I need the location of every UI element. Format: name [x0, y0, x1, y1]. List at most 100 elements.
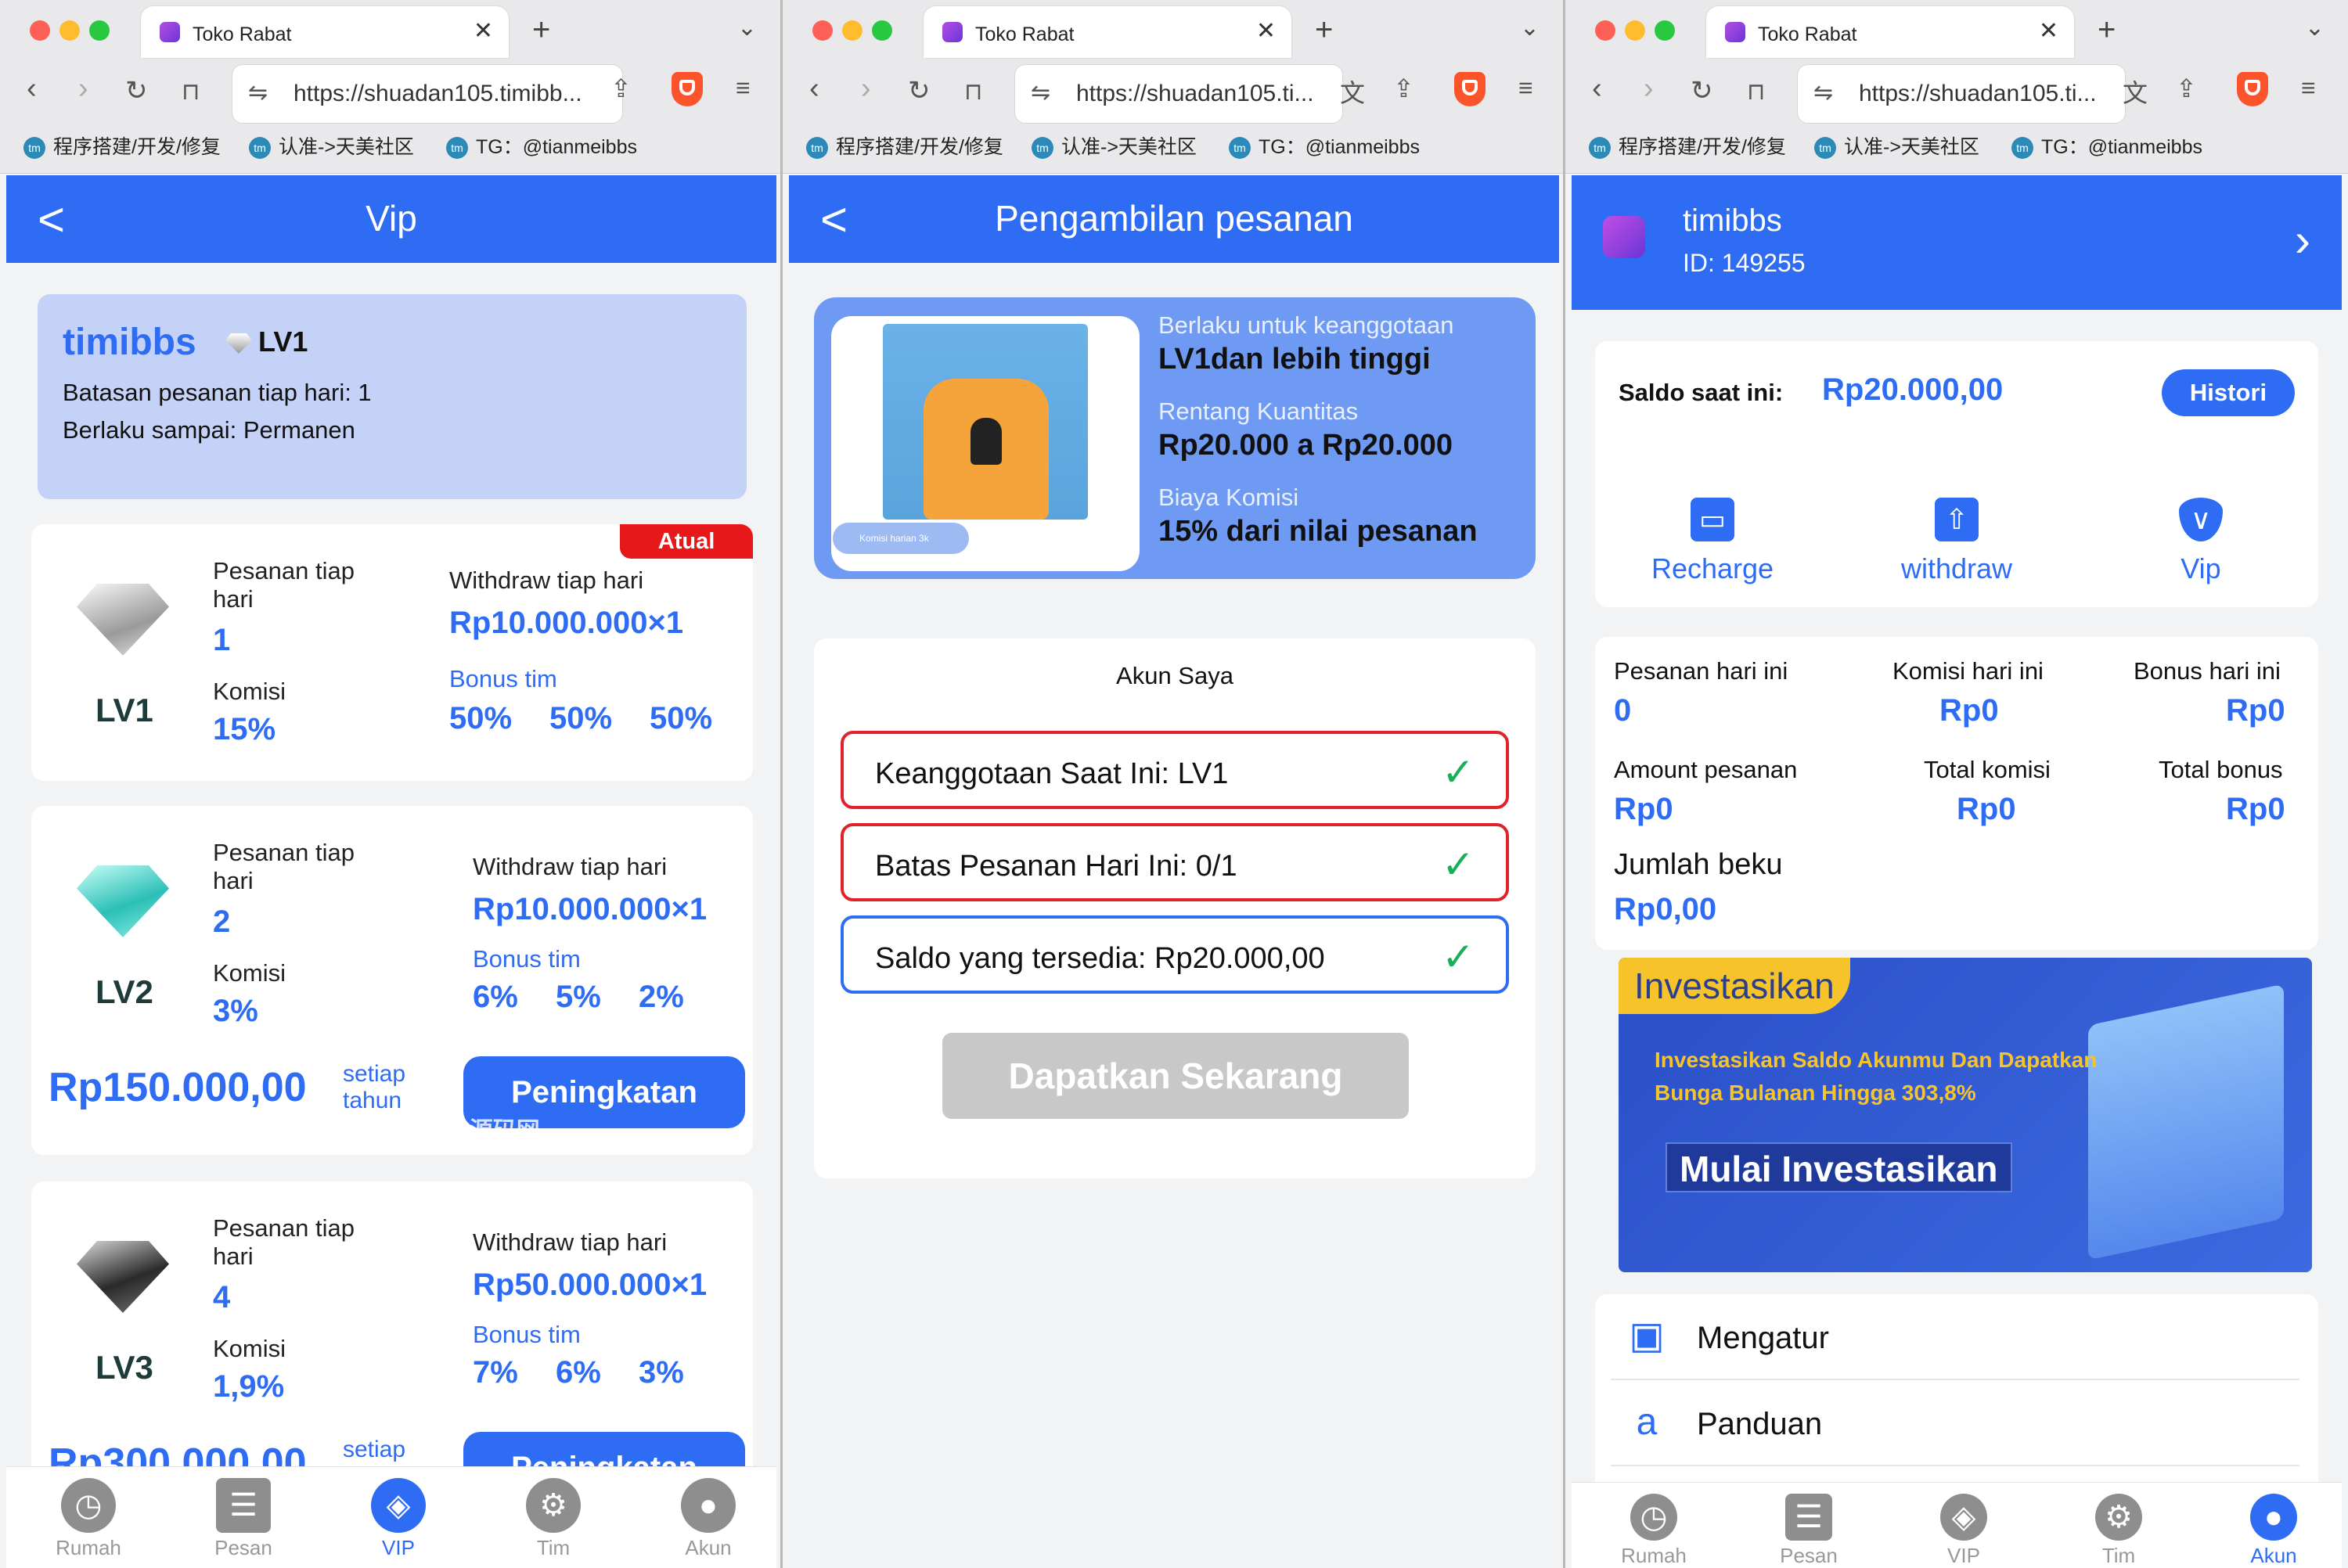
menu-icon[interactable]: ≡	[1518, 74, 1533, 102]
translate-icon[interactable]: 文	[2123, 74, 2148, 110]
close-tab-icon[interactable]: ✕	[1256, 17, 1276, 45]
withdraw-value: Rp10.000.000×1	[449, 606, 684, 640]
menu-icon[interactable]: ≡	[736, 74, 751, 102]
menu-icon[interactable]: ≡	[2301, 74, 2316, 102]
bottom-tab-bar: ◷ Rumah ☰ Pesan ◈ VIP ⚙ Tim ● Akun	[1572, 1482, 2342, 1568]
new-tab-icon[interactable]: +	[2098, 13, 2116, 48]
brave-shield-icon[interactable]	[2237, 72, 2268, 106]
stat-value: Rp0	[1939, 693, 1999, 728]
bookmark-icon[interactable]: ⊓	[182, 78, 200, 106]
level-name: LV2	[95, 973, 153, 1010]
forward-icon[interactable]: ›	[1644, 72, 1654, 106]
back-icon[interactable]: ‹	[27, 72, 37, 106]
new-tab-icon[interactable]: +	[1315, 13, 1333, 48]
watermark: YYDS源码网	[405, 1118, 540, 1144]
back-icon[interactable]: ‹	[809, 72, 819, 106]
bonus-value: 50%	[650, 701, 713, 735]
gear-icon: ⚙	[2095, 1494, 2142, 1541]
site-settings-icon[interactable]: ⇋	[248, 79, 268, 106]
account-title: Akun Saya	[1116, 662, 1233, 689]
account-id: ID: 149255	[1683, 249, 1806, 277]
share-icon[interactable]: ⇪	[2176, 74, 2197, 103]
reload-icon[interactable]: ↻	[908, 75, 931, 106]
withdraw-label: Withdraw tiap hari	[449, 566, 644, 594]
tab-pesan[interactable]: ☰ Pesan	[1750, 1494, 1867, 1568]
orders-label: Pesanan tiap hari	[213, 557, 355, 613]
tab-vip[interactable]: ◈ VIP	[340, 1478, 457, 1560]
commission-value: 3%	[213, 994, 258, 1028]
chevron-right-icon[interactable]: ›	[2295, 213, 2310, 267]
stat-label: Total komisi	[1924, 756, 2051, 783]
user-icon: ●	[2250, 1494, 2297, 1541]
tab-tim[interactable]: ⚙ Tim	[2060, 1494, 2177, 1568]
level-price: Rp150.000,00	[49, 1065, 307, 1110]
tab-menu-chevron-icon[interactable]: ⌄	[2305, 14, 2325, 41]
tab-vip[interactable]: ◈ VIP	[1905, 1494, 2022, 1568]
forward-icon[interactable]: ›	[861, 72, 871, 106]
browser-tab[interactable]: Toko Rabat ✕	[1706, 6, 2074, 58]
isometric-illustration	[2088, 984, 2284, 1261]
orders-label: Pesanan tiap hari	[213, 839, 355, 894]
close-tab-icon[interactable]: ✕	[474, 17, 493, 45]
bookmark-item[interactable]: tm TG：@tianmeibbs	[1229, 131, 1420, 160]
tab-akun[interactable]: ● Akun	[2215, 1494, 2332, 1568]
browser-tab[interactable]: Toko Rabat ✕	[924, 6, 1291, 58]
withdraw-action[interactable]: ⇧ withdraw	[1855, 498, 2058, 585]
account-header[interactable]: timibbs ID: 149255 ›	[1572, 175, 2342, 310]
tab-tim[interactable]: ⚙ Tim	[495, 1478, 612, 1560]
bookmark-item[interactable]: tm 程序搭建/开发/修复	[1589, 131, 1786, 160]
window-controls[interactable]	[30, 20, 119, 45]
back-icon[interactable]: ‹	[1592, 72, 1602, 106]
history-button[interactable]: Histori	[2162, 369, 2295, 416]
reload-icon[interactable]: ↻	[1691, 75, 1713, 106]
tab-favicon-icon	[1725, 22, 1745, 42]
page-title: Vip	[366, 198, 417, 239]
start-invest-button[interactable]: Mulai Investasikan	[1666, 1142, 2012, 1192]
bookmark-item[interactable]: tm 认准->天美社区	[1814, 131, 1979, 160]
site-settings-icon[interactable]: ⇋	[1031, 79, 1050, 106]
share-icon[interactable]: ⇪	[610, 74, 632, 103]
window-controls[interactable]	[1595, 20, 1684, 45]
translate-icon[interactable]: 文	[1340, 74, 1365, 110]
brave-shield-icon[interactable]	[672, 72, 703, 106]
brave-shield-icon[interactable]	[1454, 72, 1486, 106]
tab-akun[interactable]: ● Akun	[650, 1478, 767, 1560]
tab-menu-chevron-icon[interactable]: ⌄	[737, 14, 757, 41]
bookmark-item[interactable]: tm 认准->天美社区	[1032, 131, 1197, 160]
vip-action[interactable]: ∨ Vip	[2099, 498, 2303, 585]
bookmark-icon[interactable]: ⊓	[1747, 78, 1765, 106]
menu-item-guide[interactable]: a Panduan	[1611, 1380, 2299, 1466]
shopping-bag-icon: ◈	[1940, 1494, 1987, 1541]
browser-window-order: Toko Rabat ✕ + ⌄ ‹ › ↻ ⊓ ⇋ https://shuad…	[783, 0, 1565, 1568]
orders-label: Pesanan tiap hari	[213, 1214, 355, 1270]
tab-pesan[interactable]: ☰ Pesan	[185, 1478, 302, 1560]
bookmark-item[interactable]: tm 程序搭建/开发/修复	[23, 131, 221, 160]
bookmark-item[interactable]: tm TG：@tianmeibbs	[446, 131, 637, 160]
url-bar[interactable]: ⇋ https://shuadan105.ti...	[1014, 64, 1343, 124]
banner-tag: Investasikan	[1619, 958, 1850, 1014]
menu-item-settings[interactable]: ▣ Mengatur	[1611, 1294, 2299, 1380]
bonus-value: 7%	[473, 1355, 518, 1390]
close-tab-icon[interactable]: ✕	[2039, 17, 2058, 45]
tab-rumah[interactable]: ◷ Rumah	[30, 1478, 147, 1560]
url-bar[interactable]: ⇋ https://shuadan105.ti...	[1797, 64, 2126, 124]
get-now-button[interactable]: Dapatkan Sekarang	[942, 1033, 1409, 1119]
forward-icon[interactable]: ›	[78, 72, 88, 106]
tab-rumah[interactable]: ◷ Rumah	[1595, 1494, 1712, 1568]
order-page: < Pengambilan pesanan Komisi harian 3k B…	[789, 175, 1559, 1568]
bookmark-item[interactable]: tm TG：@tianmeibbs	[2011, 131, 2202, 160]
reload-icon[interactable]: ↻	[125, 75, 148, 106]
invest-banner[interactable]: Investasikan Investasikan Saldo Akunmu D…	[1619, 958, 2312, 1272]
recharge-action[interactable]: ▭ Recharge	[1611, 498, 1814, 585]
site-settings-icon[interactable]: ⇋	[1813, 79, 1833, 106]
bookmark-icon[interactable]: ⊓	[964, 78, 982, 106]
balance-card: Saldo saat ini: Rp20.000,00 Histori ▭ Rec…	[1595, 341, 2318, 607]
window-controls[interactable]	[812, 20, 902, 45]
browser-tab[interactable]: Toko Rabat ✕	[141, 6, 509, 58]
bookmark-item[interactable]: tm 认准->天美社区	[249, 131, 414, 160]
share-icon[interactable]: ⇪	[1393, 74, 1414, 103]
url-bar[interactable]: ⇋ https://shuadan105.timibb...	[232, 64, 623, 124]
tab-menu-chevron-icon[interactable]: ⌄	[1520, 14, 1540, 41]
bookmark-item[interactable]: tm 程序搭建/开发/修复	[806, 131, 1003, 160]
new-tab-icon[interactable]: +	[532, 13, 550, 48]
